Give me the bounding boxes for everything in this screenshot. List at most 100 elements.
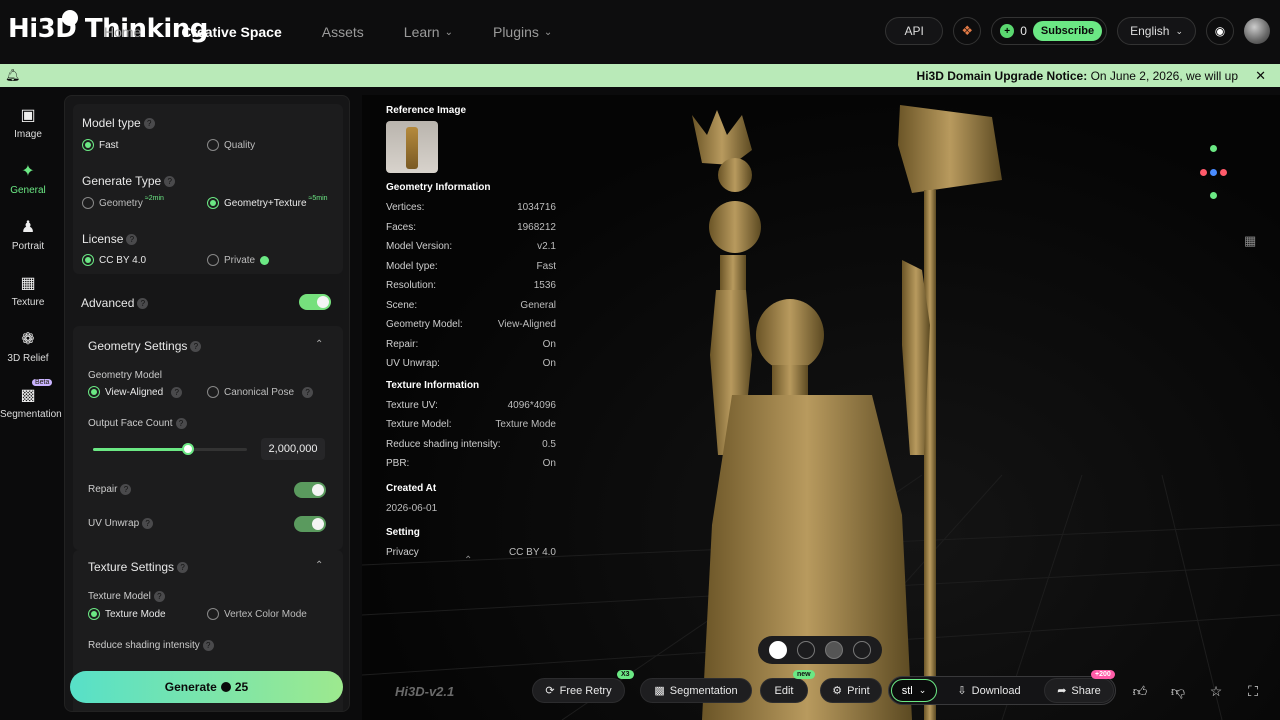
help-icon[interactable]: ? [143, 118, 155, 130]
info-value: 1968212 [517, 221, 556, 233]
help-icon[interactable]: ? [175, 418, 187, 429]
main-nav: Home Creative Space Assets Learn ⌄ Plugin… [104, 0, 592, 64]
download-button[interactable]: ⇩ Download [947, 679, 1031, 702]
geometry-model-view-aligned[interactable]: View-Aligned? [88, 386, 183, 398]
created-at-title: Created At [386, 482, 437, 494]
grid-icon[interactable]: ▦ [1244, 233, 1258, 248]
segmentation-icon: ▩ [654, 685, 665, 697]
thumbs-up-icon[interactable]: 👍︎ [1127, 678, 1153, 704]
help-icon[interactable]: ? [190, 341, 202, 353]
image-plus-icon: ▣ [20, 107, 36, 124]
fullscreen-icon[interactable]: ⛶ [1240, 678, 1266, 704]
close-icon[interactable]: ✕ [1255, 68, 1266, 84]
info-key: Model Version: [386, 241, 453, 253]
sidebar-item-3d-relief[interactable]: ❁ 3D Relief [0, 329, 56, 364]
info-key: Resolution: [386, 280, 437, 292]
license-cc-by[interactable]: CC BY 4.0 [82, 254, 146, 266]
sidebar-item-image[interactable]: ▣ Image [0, 105, 56, 140]
sidebar-item-segmentation[interactable]: ▩ Segmentation Beta [0, 379, 62, 420]
nav-learn[interactable]: Learn ⌄ [404, 24, 453, 40]
license-private[interactable]: Private [207, 254, 270, 266]
statue-model [692, 105, 1002, 720]
gift-icon[interactable]: ❖ [953, 17, 982, 45]
language-select[interactable]: English ⌄ [1117, 17, 1196, 45]
repair-toggle[interactable] [294, 482, 326, 498]
info-value: On [542, 458, 556, 470]
help-icon[interactable]: ? [164, 176, 176, 188]
help-icon[interactable]: ? [126, 234, 138, 246]
notice-message: Hi3D Domain Upgrade Notice: On June 2, 2… [916, 68, 1238, 83]
face-count-slider[interactable] [93, 443, 247, 455]
generate-button[interactable]: Generate 25 [70, 671, 343, 703]
credit-coin-icon: + [1000, 24, 1015, 38]
face-count-label: Output Face Count? [88, 418, 187, 429]
wireframe-mode-icon[interactable] [825, 641, 843, 659]
help-icon[interactable]: ? [120, 484, 132, 495]
help-icon[interactable]: ? [137, 298, 149, 310]
tool-sidebar: ▣ Image ✦ General ♟ Portrait ▦ Texture ❁ 3D R… [0, 87, 62, 720]
texture-settings-title[interactable]: Texture Settings? [88, 560, 189, 574]
share-button[interactable]: ➦ Share +200 [1044, 670, 1115, 703]
clay-mode-icon[interactable] [797, 641, 815, 659]
subscribe-button[interactable]: Subscribe [1032, 21, 1103, 41]
chevron-down-icon: ⌄ [543, 26, 553, 38]
shaded-mode-icon[interactable] [769, 641, 787, 659]
thumbs-down-icon[interactable]: 👎︎ [1165, 678, 1191, 704]
model-type-fast[interactable]: Fast [82, 139, 118, 151]
help-icon[interactable]: ? [302, 386, 314, 398]
avatar[interactable] [1244, 18, 1270, 44]
uv-mode-icon[interactable] [853, 641, 871, 659]
help-icon[interactable]: ? [177, 562, 189, 574]
generate-type-geometry[interactable]: Geometry ≈2min [82, 195, 164, 209]
relief-icon: ❁ [21, 331, 35, 348]
edit-button[interactable]: Edit new [760, 670, 815, 703]
sidebar-item-texture[interactable]: ▦ Texture [0, 273, 56, 308]
generate-type-geometry-texture[interactable]: Geometry+Texture ≈5min [207, 195, 328, 209]
texture-model-vertex-color[interactable]: Vertex Color Mode [207, 608, 307, 620]
format-select[interactable]: stl ⌄ [891, 679, 937, 702]
info-row: UV Unwrap: On [376, 354, 566, 374]
discord-icon[interactable]: ◉ [1206, 17, 1234, 45]
free-retry-button[interactable]: ⟳ Free Retry X3 [532, 670, 634, 703]
face-count-input[interactable]: 2,000,000 [261, 438, 325, 460]
api-button[interactable]: API [885, 17, 944, 45]
segmentation-button[interactable]: ▩ Segmentation [640, 678, 752, 703]
sidebar-item-general[interactable]: ✦ General [0, 161, 56, 196]
nav-home[interactable]: Home [104, 24, 141, 40]
nav-plugins[interactable]: Plugins ⌄ [493, 24, 552, 40]
print-button[interactable]: ⚙ Print [820, 678, 882, 703]
info-value: Fast [536, 260, 556, 272]
model-type-quality[interactable]: Quality [207, 139, 255, 151]
chevron-up-icon[interactable]: ⌃ [315, 339, 323, 350]
star-icon[interactable]: ☆ [1203, 678, 1229, 704]
info-key: Vertices: [386, 202, 425, 214]
new-badge: new [793, 670, 815, 679]
nav-creative-space[interactable]: Creative Space [181, 24, 281, 40]
texture-model-texture-mode[interactable]: Texture Mode [88, 608, 166, 620]
chevron-down-icon: ⌄ [444, 26, 453, 38]
geometry-settings-title[interactable]: Geometry Settings? [88, 339, 202, 353]
segmentation-icon: ▩ [20, 387, 36, 404]
coin-icon [260, 255, 270, 265]
model-type-label: Model type? [82, 116, 155, 130]
help-icon[interactable]: ? [142, 518, 154, 529]
advanced-toggle[interactable] [299, 294, 331, 310]
sidebar-item-portrait[interactable]: ♟ Portrait [0, 217, 56, 252]
help-icon[interactable]: ? [202, 640, 214, 651]
uv-unwrap-toggle[interactable] [294, 516, 326, 532]
help-icon[interactable]: ? [153, 591, 165, 602]
retry-count-badge: X3 [617, 670, 634, 679]
nav-assets[interactable]: Assets [322, 24, 364, 40]
created-at-value: 2026-06-01 [386, 502, 438, 514]
model-viewer[interactable]: Reference Image Geometry Information Ver… [362, 95, 1280, 720]
chevron-up-icon[interactable]: ⌃ [464, 555, 472, 566]
render-mode-bar [758, 636, 882, 664]
info-row: Model Version: v2.1 [376, 237, 566, 257]
chevron-up-icon[interactable]: ⌃ [315, 560, 323, 571]
geometry-model-canonical[interactable]: Canonical Pose? [207, 386, 314, 398]
help-icon[interactable]: ? [171, 386, 183, 398]
basic-settings: Model type? Fast Quality Generate Type? … [73, 104, 343, 274]
reference-image-thumbnail[interactable] [386, 121, 438, 173]
info-value: Texture Mode [495, 419, 556, 431]
axis-gizmo[interactable] [1200, 145, 1228, 201]
